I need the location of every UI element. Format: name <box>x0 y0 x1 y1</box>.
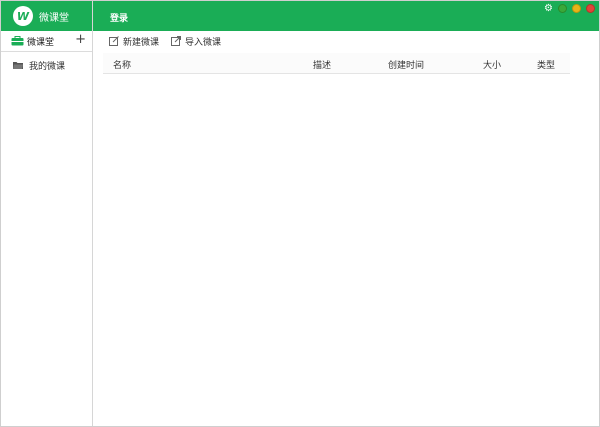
window-controls: ⚙ <box>544 4 595 14</box>
login-link[interactable]: 登录 <box>110 11 128 24</box>
toolbar: 新建微课 导入微课 <box>93 31 599 51</box>
column-header-description[interactable]: 描述 <box>313 58 331 71</box>
sidebar: 微课堂 + 我的微课 <box>1 31 92 426</box>
import-course-label: 导入微课 <box>185 37 222 48</box>
app-title: 微课堂 <box>39 12 69 24</box>
sidebar-header-label: 微课堂 <box>27 37 55 48</box>
header-bar: 登录 ⚙ <box>93 1 599 31</box>
logo-icon: W <box>13 6 33 26</box>
sidebar-item-my-courses[interactable]: 我的微课 <box>1 54 92 76</box>
column-header-created-time[interactable]: 创建时间 <box>388 58 424 71</box>
column-header-type[interactable]: 类型 <box>537 58 555 71</box>
logo-area: W 微课堂 <box>1 1 93 31</box>
courses-table: 名称 描述 创建时间 大小 类型 <box>103 53 570 74</box>
main-content: 新建微课 导入微课 名称 描述 创建时间 大小 类型 <box>93 31 599 426</box>
close-icon[interactable] <box>586 4 595 13</box>
logo-letter: W <box>16 9 30 23</box>
minimize-icon[interactable] <box>572 4 581 13</box>
edit-icon <box>109 36 119 46</box>
app-window: W 微课堂 登录 ⚙ 微课堂 + 我的微课 新建微课 导入微课 名称 描述 创建… <box>0 0 600 427</box>
sidebar-item-label: 我的微课 <box>29 61 66 72</box>
table-header: 名称 描述 创建时间 大小 类型 <box>103 53 570 74</box>
new-course-button[interactable]: 新建微课 <box>109 35 159 48</box>
briefcase-icon <box>11 36 24 46</box>
folder-icon <box>13 62 23 69</box>
import-course-button[interactable]: 导入微课 <box>171 35 221 48</box>
sidebar-header: 微课堂 + <box>1 31 92 52</box>
new-course-label: 新建微课 <box>123 37 160 48</box>
import-icon <box>171 36 182 46</box>
plus-icon[interactable]: + <box>75 33 86 47</box>
column-header-name[interactable]: 名称 <box>113 58 131 71</box>
gear-icon[interactable]: ⚙ <box>544 4 553 14</box>
green-circle-icon[interactable] <box>558 4 567 13</box>
column-header-size[interactable]: 大小 <box>483 58 501 71</box>
